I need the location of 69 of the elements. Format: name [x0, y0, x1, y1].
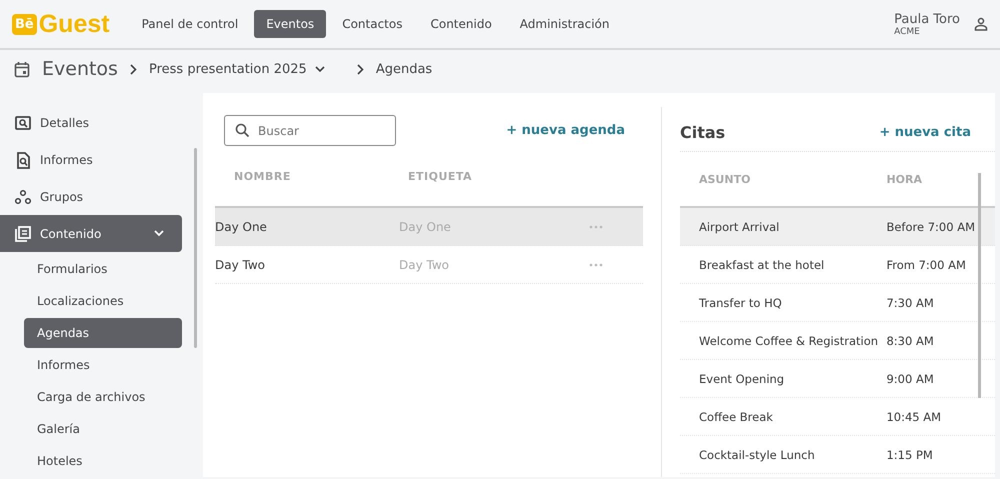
table-cell-text: Day One [215, 220, 268, 234]
chevron-down-icon[interactable] [154, 230, 164, 237]
column-header: HORA [886, 172, 924, 186]
sidebar-subitem[interactable]: Localizaciones [24, 286, 182, 316]
table-cell-text: 1:15 PM [886, 448, 934, 462]
table-cell-text: Welcome Coffee & Registration [698, 334, 880, 348]
breadcrumb-item[interactable]: Agendas [376, 62, 432, 76]
table-cell-text: Day One [399, 220, 452, 234]
chevron-right-icon [130, 64, 137, 74]
column-header: NOMBRE [233, 170, 292, 182]
table-cell-text: Cocktail-style Lunch [698, 448, 816, 462]
logo-text: Guest [38, 10, 110, 38]
new-agenda-link[interactable]: + nueva agenda [500, 122, 631, 139]
sidebar-item[interactable]: Detalles [0, 104, 182, 141]
search-document-icon [14, 114, 32, 132]
table-row[interactable]: Day Two Day Two [215, 246, 643, 284]
new-appointment-link[interactable]: + nueva cita [873, 124, 977, 140]
table-cell-text: Day Two [215, 258, 266, 272]
table-row[interactable]: Coffee Break 10:45 AM [680, 398, 995, 436]
search-icon [235, 123, 250, 138]
table-cell-text: 7:30 AM [886, 296, 935, 310]
nav-tab[interactable]: Contactos [330, 10, 414, 38]
nav-tab[interactable]: Administración [508, 10, 622, 38]
sidebar-subitem[interactable]: Galería [24, 414, 182, 444]
table-cell-text: Day Two [399, 258, 450, 272]
scrollbar[interactable] [978, 173, 981, 398]
more-icon[interactable] [589, 262, 603, 266]
table-row[interactable]: Cocktail-style Lunch 1:15 PM [680, 436, 995, 474]
search-field[interactable]: Buscar [224, 115, 396, 146]
documents-icon [14, 224, 32, 242]
calendar-icon [14, 60, 30, 78]
caret-icon[interactable] [314, 66, 325, 72]
table-row[interactable]: Day One Day One [215, 208, 643, 246]
table-cell-text: 9:00 AM [886, 372, 935, 386]
sidebar-subitem[interactable]: Agendas [24, 318, 182, 348]
logo-badge: Bē [12, 14, 37, 34]
sidebar-item[interactable]: Informes [0, 141, 182, 178]
table-cell-text: 8:30 AM [886, 334, 935, 348]
sidebar-subitem[interactable]: Carga de archivos [24, 382, 182, 412]
sidebar-item[interactable]: Grupos [0, 178, 182, 215]
sidebar-subitem[interactable]: Hoteles [24, 446, 182, 476]
section-title: Citas [680, 122, 726, 142]
user-name: Paula Toro [894, 12, 960, 26]
user-icon[interactable] [974, 17, 988, 31]
circles-icon [14, 188, 32, 206]
sidebar-subitem[interactable]: Informes [24, 350, 182, 380]
chevron-right-icon [356, 64, 364, 74]
table-cell-text: Coffee Break [698, 410, 774, 424]
column-header: ETIQUETA [408, 170, 474, 182]
sidebar-subitem[interactable]: Formularios [24, 254, 182, 284]
table-cell-text: Breakfast at the hotel [698, 258, 826, 272]
column-header: ASUNTO [698, 172, 752, 186]
table-cell-text: Transfer to HQ [698, 296, 783, 310]
sidebar-item[interactable]: Contenido [0, 215, 182, 252]
nav-tab[interactable]: Eventos [254, 10, 326, 38]
scrollbar[interactable] [194, 148, 197, 348]
page-title: Eventos [42, 58, 118, 80]
table-cell-text: Airport Arrival [698, 220, 780, 234]
organization-name: ACME [894, 26, 921, 36]
table-cell-text: From 7:00 AM [886, 258, 967, 272]
table-cell-text: Event Opening [698, 372, 786, 386]
more-icon[interactable] [589, 224, 603, 228]
table-cell-text: 10:45 AM [886, 410, 942, 424]
event-selector[interactable]: Press presentation 2025 [148, 62, 307, 76]
nav-tab[interactable]: Panel de control [130, 10, 250, 38]
table-cell-text: Before 7:00 AM [886, 220, 976, 234]
nav-tab[interactable]: Contenido [418, 10, 504, 38]
table-row[interactable]: Airport Arrival Before 7:00 AM [680, 208, 995, 246]
document-search-icon [14, 150, 32, 168]
